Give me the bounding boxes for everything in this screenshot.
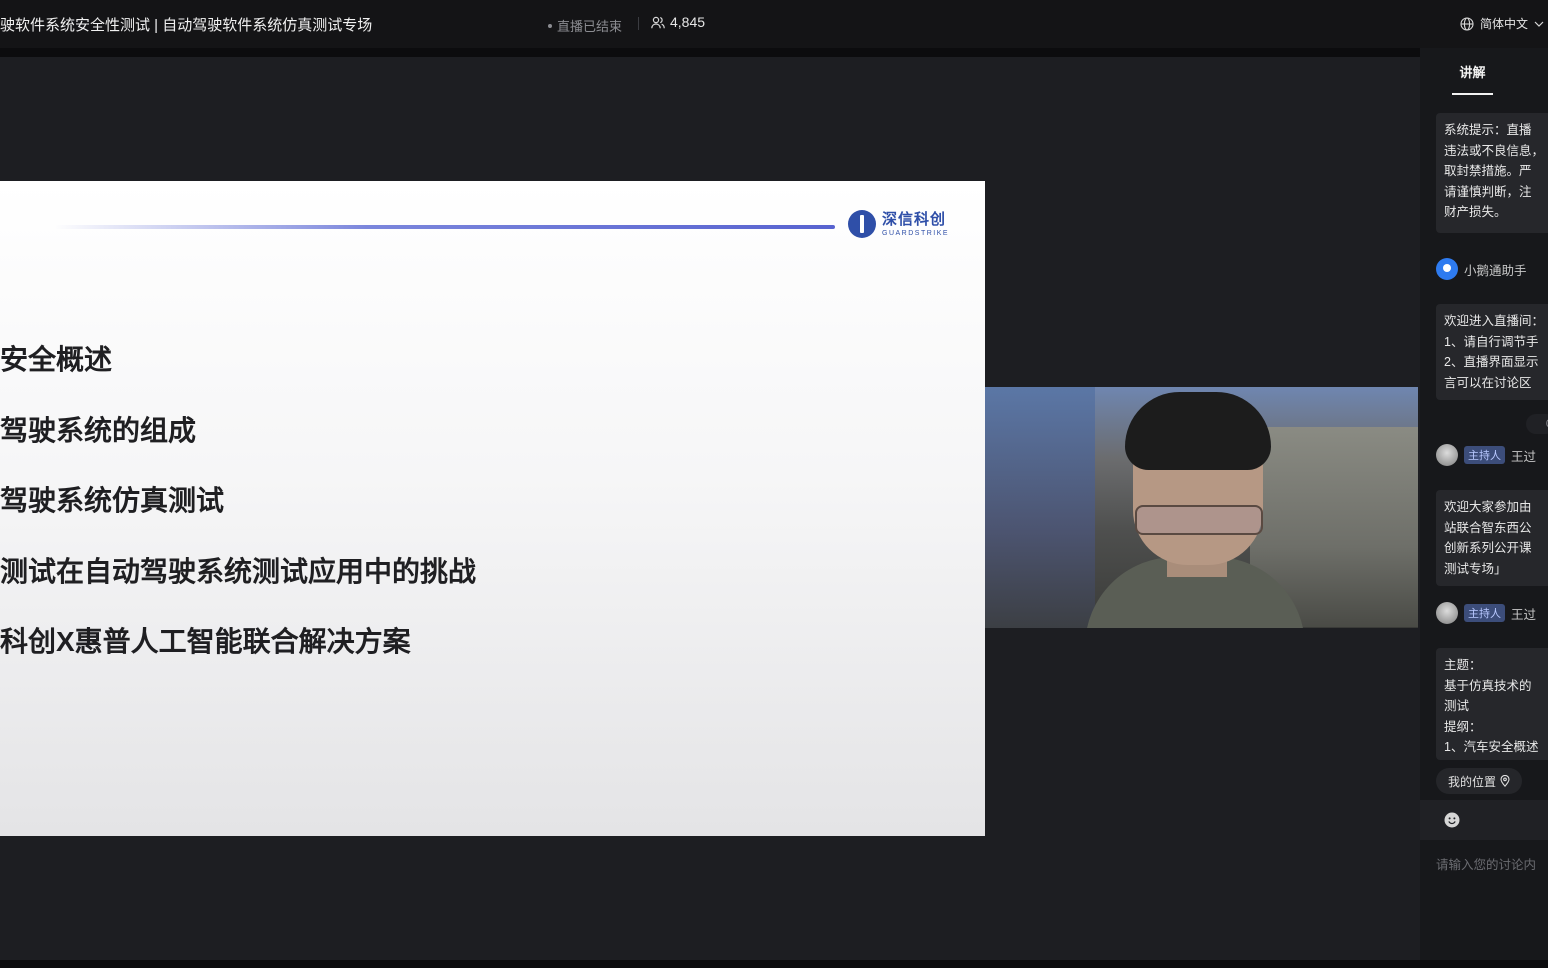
agenda-item: 驾驶系统的组成 (0, 415, 197, 446)
status-dot-icon (548, 23, 552, 28)
assistant-avatar (1436, 258, 1458, 280)
viewer-count: 4,845 (651, 14, 705, 30)
host-sender: 主持人 王过 (1436, 602, 1536, 624)
host-name: 王过 (1511, 449, 1537, 464)
chat-sidebar: 讲解 系统提示：直播 违法或不良信息， 取封禁措施。严 请谨慎判断，注 财产损失… (1420, 48, 1548, 960)
agenda-item: 驾驶系统仿真测试 (0, 485, 225, 516)
people-icon (651, 16, 665, 28)
location-label: 我的位置 (1448, 774, 1497, 789)
presenter-webcam (985, 387, 1418, 628)
host-message: 主题： 基于仿真技术的 测试 提纲： 1、汽车安全概述 2、自动驾驶 (1436, 648, 1548, 760)
agenda-item: 测试在自动驾驶系统测试应用中的挑战 (0, 556, 477, 587)
live-status: 直播已结束 (548, 16, 622, 35)
agenda-item: 科创X惠普人工智能联合解决方案 (0, 626, 411, 657)
logo-chinese-text: 深信科创 (882, 210, 947, 228)
stage-top-border (0, 48, 1420, 57)
company-logo: 深信科创 GUARDSTRIKE (848, 210, 949, 238)
host-sender: 主持人 王过 (1436, 444, 1536, 466)
viewer-count-value: 4,845 (670, 14, 706, 30)
emoji-icon[interactable] (1444, 812, 1460, 828)
language-label: 简体中文 (1480, 17, 1529, 31)
logo-mark-icon (848, 210, 876, 238)
chevron-down-icon (1534, 21, 1544, 27)
input-toolbar (1420, 800, 1548, 840)
host-message: 欢迎大家参加由 站联合智东西公 创新系列公开课 测试专场」 (1436, 490, 1548, 586)
location-pin-icon (1500, 775, 1510, 787)
comment-input[interactable]: 请输入您的讨论内 (1436, 854, 1536, 873)
live-status-text: 直播已结束 (557, 19, 623, 34)
assistant-name: 小鹅通助手 (1464, 263, 1527, 278)
host-name: 王过 (1511, 607, 1537, 622)
assistant-sender: 小鹅通助手 (1436, 258, 1527, 280)
divider (638, 17, 639, 30)
welcome-message: 欢迎进入直播间： 1、请自行调节手 2、直播界面显示 言可以在讨论区 (1436, 304, 1548, 400)
top-bar: 驶软件系统安全性测试 | 自动驾驶软件系统仿真测试专场 直播已结束 4,845 … (0, 0, 1548, 48)
host-role-badge: 主持人 (1464, 604, 1505, 622)
my-location-button[interactable]: 我的位置 (1436, 768, 1523, 794)
live-title: 驶软件系统安全性测试 | 自动驾驶软件系统仿真测试专场 (0, 17, 373, 34)
logo-english-text: GUARDSTRIKE (882, 229, 950, 237)
agenda-item: 安全概述 (0, 344, 113, 375)
count-badge: 0 (1526, 414, 1548, 434)
tab-explain[interactable]: 讲解 (1452, 62, 1493, 95)
avatar (1436, 444, 1458, 466)
system-notice: 系统提示：直播 违法或不良信息， 取封禁措施。严 请谨慎判断，注 财产损失。 (1436, 113, 1548, 233)
globe-icon (1460, 16, 1474, 31)
host-role-badge: 主持人 (1464, 446, 1505, 464)
stage-bottom-border (0, 960, 1548, 968)
language-selector[interactable]: 简体中文 (1460, 15, 1544, 32)
slide-header-rule (55, 225, 835, 229)
avatar (1436, 602, 1458, 624)
